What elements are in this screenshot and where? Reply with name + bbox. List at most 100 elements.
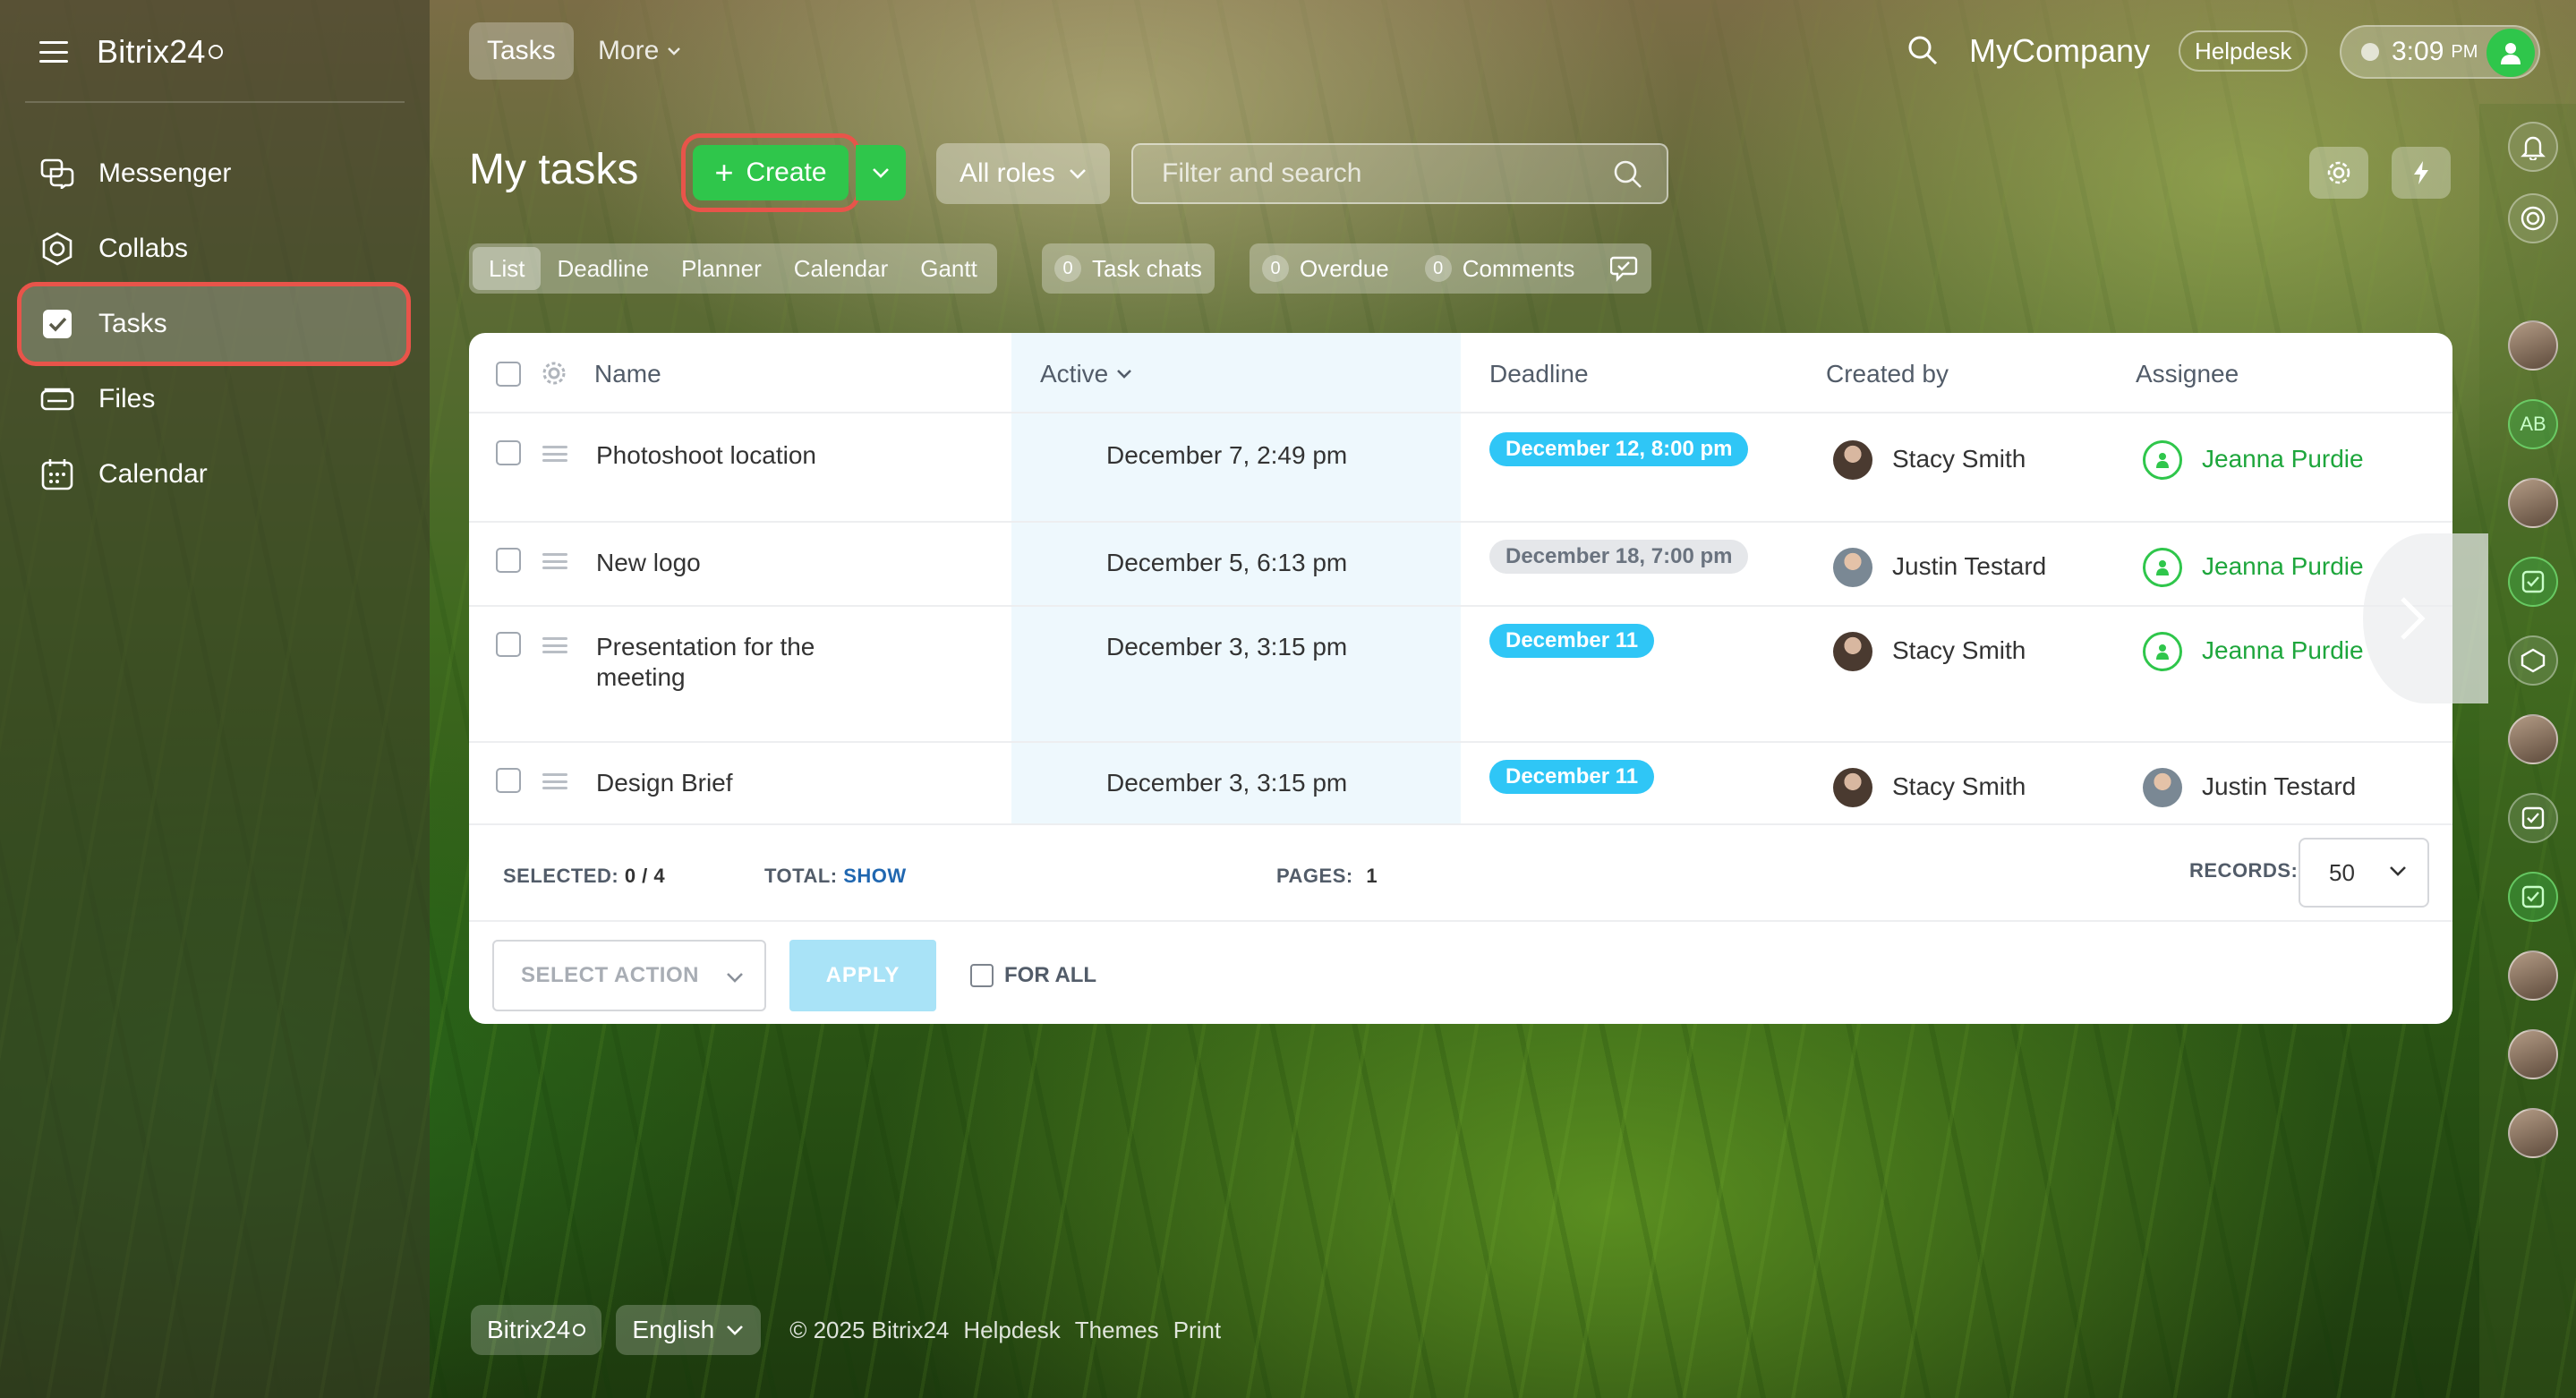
column-header-assignee[interactable]: Assignee xyxy=(2136,360,2239,388)
records-value: 50 xyxy=(2329,858,2355,886)
column-settings-gear-icon[interactable] xyxy=(541,360,567,391)
total-show-link[interactable]: SHOW xyxy=(843,865,906,887)
chat-avatar[interactable] xyxy=(2508,1029,2558,1079)
tab-deadline[interactable]: Deadline xyxy=(541,247,665,290)
task-active-date: December 7, 2:49 pm xyxy=(1106,441,1348,469)
column-header-deadline[interactable]: Deadline xyxy=(1489,360,1589,388)
created-by-link[interactable]: Stacy Smith xyxy=(1892,444,2026,474)
assignee-link[interactable]: Jeanna Purdie xyxy=(2202,551,2364,582)
chat-avatar[interactable] xyxy=(2508,950,2558,1001)
column-header-active[interactable]: Active xyxy=(1040,360,1133,388)
tab-list[interactable]: List xyxy=(473,247,542,290)
view-mode-tabs: List Deadline Planner Calendar Gantt xyxy=(469,243,997,294)
deadline-badge[interactable]: December 18, 7:00 pm xyxy=(1489,540,1749,574)
group-chat-icon[interactable] xyxy=(2508,635,2558,686)
menu-icon[interactable] xyxy=(39,41,68,63)
settings-gear-button[interactable] xyxy=(2309,147,2368,199)
brand-logo[interactable]: Bitrix24 xyxy=(97,33,206,71)
task-chat-icon[interactable] xyxy=(2508,872,2558,922)
comments-label: Comments xyxy=(1462,254,1575,282)
pages-count: PAGES: 1 xyxy=(1276,865,1378,888)
roles-filter-label: All roles xyxy=(960,158,1055,188)
row-divider xyxy=(469,412,2452,413)
helpdesk-button[interactable]: Helpdesk xyxy=(2179,30,2308,72)
column-header-name[interactable]: Name xyxy=(594,360,661,388)
task-chats-counter[interactable]: 0 Task chats xyxy=(1042,243,1215,294)
company-name[interactable]: MyCompany xyxy=(1969,32,2150,70)
sidebar-item-label: Tasks xyxy=(98,309,167,338)
task-name-link[interactable]: Design Brief xyxy=(596,768,733,798)
footer-themes-link[interactable]: Themes xyxy=(1075,1317,1159,1344)
footer-brand[interactable]: Bitrix24 xyxy=(471,1305,602,1355)
drag-handle-icon[interactable] xyxy=(542,553,567,569)
create-button[interactable]: + Create xyxy=(686,138,856,208)
comments-counter[interactable]: 0 Comments xyxy=(1424,254,1575,283)
drag-handle-icon[interactable] xyxy=(542,637,567,653)
user-avatar-icon[interactable] xyxy=(2486,29,2535,77)
read-all-chat-icon[interactable] xyxy=(1610,254,1642,283)
tab-tasks[interactable]: Tasks xyxy=(469,22,574,80)
work-day-clock[interactable]: 3:09 PM xyxy=(2340,25,2540,79)
apply-button[interactable]: APPLY xyxy=(789,940,936,1011)
deadline-badge[interactable]: December 12, 8:00 pm xyxy=(1489,432,1749,466)
chat-avatar[interactable] xyxy=(2508,714,2558,764)
tab-calendar[interactable]: Calendar xyxy=(778,247,905,290)
roles-filter-button[interactable]: All roles xyxy=(936,143,1110,204)
select-action-dropdown[interactable]: SELECT ACTION xyxy=(492,940,766,1011)
sidebar-item-messenger[interactable]: Messenger xyxy=(21,136,408,211)
row-checkbox[interactable] xyxy=(496,548,521,573)
tab-gantt[interactable]: Gantt xyxy=(904,247,994,290)
filter-search-input[interactable] xyxy=(1133,145,1599,202)
drag-handle-icon[interactable] xyxy=(542,446,567,462)
deadline-badge[interactable]: December 11 xyxy=(1489,760,1655,794)
sidebar-item-calendar[interactable]: Calendar xyxy=(21,437,408,512)
select-all-checkbox[interactable] xyxy=(496,362,521,387)
for-all-checkbox[interactable]: FOR ALL xyxy=(970,963,1096,988)
created-by-link[interactable]: Stacy Smith xyxy=(1892,771,2026,802)
create-dropdown-button[interactable] xyxy=(856,145,906,200)
total-count: TOTAL: SHOW xyxy=(764,865,907,888)
row-checkbox[interactable] xyxy=(496,768,521,793)
language-selector[interactable]: English xyxy=(616,1305,762,1355)
footer-print-link[interactable]: Print xyxy=(1173,1317,1221,1344)
task-name-link[interactable]: New logo xyxy=(596,548,701,578)
chat-avatar[interactable] xyxy=(2508,1108,2558,1158)
sidebar-item-tasks[interactable]: Tasks xyxy=(21,286,406,362)
search-icon[interactable] xyxy=(1906,34,1939,71)
chat-avatar-initials[interactable]: AB xyxy=(2508,399,2558,449)
task-chat-icon[interactable] xyxy=(2508,557,2558,607)
overdue-counter[interactable]: 0 Overdue xyxy=(1262,255,1389,283)
copilot-icon[interactable] xyxy=(2508,193,2558,243)
sidebar-item-collabs[interactable]: Collabs xyxy=(21,211,408,286)
row-checkbox[interactable] xyxy=(496,440,521,465)
clock-time: 3:09 xyxy=(2392,37,2444,66)
created-by-link[interactable]: Stacy Smith xyxy=(1892,635,2026,666)
column-header-created-by[interactable]: Created by xyxy=(1826,360,1949,388)
user-placeholder-avatar-icon xyxy=(2143,440,2182,480)
search-icon[interactable] xyxy=(1613,159,1643,194)
tab-more[interactable]: More xyxy=(598,22,682,80)
created-by-link[interactable]: Justin Testard xyxy=(1892,551,2046,582)
chat-avatar[interactable] xyxy=(2508,478,2558,528)
footer-helpdesk-link[interactable]: Helpdesk xyxy=(963,1317,1060,1344)
messenger-icon xyxy=(39,156,75,192)
assignee-link[interactable]: Jeanna Purdie xyxy=(2202,635,2364,666)
sidebar-item-files[interactable]: Files xyxy=(21,362,408,437)
automation-button[interactable] xyxy=(2392,147,2451,199)
task-chat-icon[interactable] xyxy=(2508,793,2558,843)
task-active-date: December 3, 3:15 pm xyxy=(1106,769,1348,797)
footer-copyright: © 2025 Bitrix24 xyxy=(789,1316,950,1343)
task-name-link[interactable]: Presentation for the meeting xyxy=(596,632,815,693)
notifications-bell-icon[interactable] xyxy=(2508,122,2558,172)
scroll-right-button[interactable] xyxy=(2363,533,2488,703)
deadline-badge[interactable]: December 11 xyxy=(1489,624,1655,658)
assignee-link[interactable]: Justin Testard xyxy=(2202,771,2356,802)
avatar xyxy=(1833,768,1872,807)
tab-planner[interactable]: Planner xyxy=(665,247,778,290)
drag-handle-icon[interactable] xyxy=(542,773,567,789)
records-per-page-select[interactable]: 50 xyxy=(2299,838,2429,908)
chat-avatar[interactable] xyxy=(2508,320,2558,371)
task-name-link[interactable]: Photoshoot location xyxy=(596,440,816,471)
assignee-link[interactable]: Jeanna Purdie xyxy=(2202,444,2364,474)
row-checkbox[interactable] xyxy=(496,632,521,657)
